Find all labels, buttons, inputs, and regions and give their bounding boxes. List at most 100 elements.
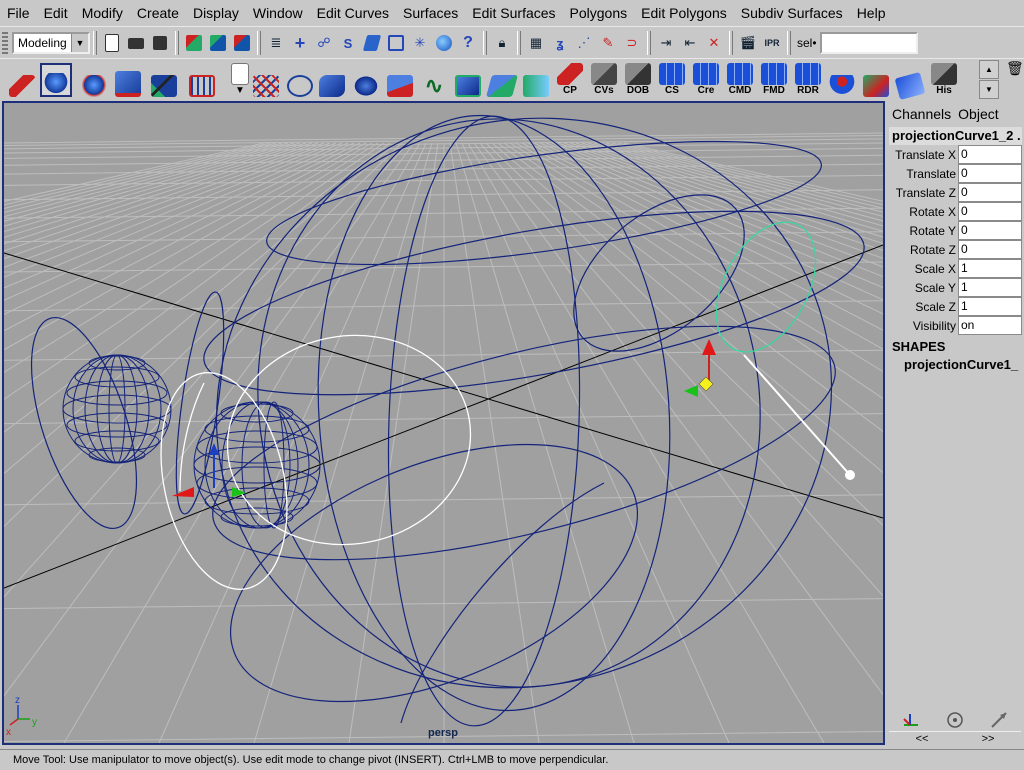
dob-icon[interactable]: DOB [622, 63, 654, 97]
move-tool-icon[interactable] [40, 63, 72, 97]
attribute-value-field[interactable]: 1 [958, 278, 1022, 297]
loft-icon[interactable] [316, 63, 348, 97]
snap-view-plane-icon[interactable]: ✎ [597, 32, 619, 54]
select-surfaces-icon[interactable] [361, 32, 383, 54]
menu-edit-surfaces[interactable]: Edit Surfaces [465, 0, 562, 26]
attribute-value-field[interactable]: 0 [958, 145, 1022, 164]
snap-curve-icon[interactable]: ʓ [549, 32, 571, 54]
attribute-label[interactable]: Scale Z [887, 300, 958, 314]
menu-file[interactable]: File [0, 0, 37, 26]
attribute-label[interactable]: Visibility [887, 319, 958, 333]
layer-pick-icon[interactable] [977, 709, 1021, 731]
scale-tool-icon[interactable] [112, 63, 144, 97]
rotate-tool-icon[interactable] [78, 63, 110, 97]
map-icon[interactable] [894, 63, 926, 100]
lock-selection-icon[interactable]: 🔒︎ [491, 32, 513, 54]
select-curves-icon[interactable]: S [337, 32, 359, 54]
selection-input[interactable] [819, 32, 918, 54]
attribute-value-field[interactable]: 0 [958, 240, 1022, 259]
mask-menu-icon[interactable]: ≣ [265, 32, 287, 54]
select-dynamics-icon[interactable]: ✳ [409, 32, 431, 54]
pager-prev[interactable]: << [889, 731, 955, 746]
attribute-label[interactable]: Scale Y [887, 281, 958, 295]
drag-handle[interactable] [2, 32, 8, 54]
attribute-value-field[interactable]: 0 [958, 221, 1022, 240]
viewport-scene[interactable]: z y x [4, 103, 883, 743]
cmd-icon[interactable]: CMD [724, 63, 756, 97]
cs-icon[interactable]: CS [656, 63, 688, 97]
attribute-label[interactable]: Translate [887, 167, 958, 181]
attribute-value-field[interactable]: 0 [958, 183, 1022, 202]
manipulator-tool-icon[interactable] [148, 63, 180, 97]
menu-edit-curves[interactable]: Edit Curves [310, 0, 396, 26]
menu-help[interactable]: Help [850, 0, 893, 26]
select-component-icon[interactable] [231, 32, 253, 54]
select-misc-icon[interactable]: ? [457, 32, 479, 54]
construction-history-icon[interactable]: ✕ [703, 32, 725, 54]
move-manipulator[interactable] [684, 339, 716, 397]
project-curve-icon[interactable] [384, 63, 416, 97]
scroll-down-icon[interactable]: ▼ [979, 80, 999, 99]
shape-name[interactable]: projectionCurve1_ [887, 357, 1024, 372]
perspective-viewport[interactable]: z y x persp [2, 101, 885, 745]
make-live-icon[interactable]: ⊃ [621, 32, 643, 54]
menu-subdiv-surfaces[interactable]: Subdiv Surfaces [734, 0, 850, 26]
planar-icon[interactable] [486, 63, 518, 97]
attribute-label[interactable]: Scale X [887, 262, 958, 276]
his-icon[interactable]: His [928, 63, 960, 97]
new-scene-icon[interactable] [101, 32, 123, 54]
sphere-left-wireframe[interactable] [62, 354, 172, 464]
shelf-scrollbar[interactable]: ▲ ▼ [979, 60, 999, 99]
select-rendering-icon[interactable] [433, 32, 455, 54]
render-frame-icon[interactable]: 🎬︎ [737, 32, 759, 54]
cre-icon[interactable]: Cre [690, 63, 722, 97]
egg-surface-wireframe[interactable] [10, 103, 883, 743]
menu-surfaces[interactable]: Surfaces [396, 0, 465, 26]
projection-handle[interactable] [845, 470, 855, 480]
rdr-icon[interactable]: RDR [792, 63, 824, 97]
soft-mod-tool-icon[interactable] [186, 63, 218, 97]
snap-grid-icon[interactable]: ▦ [525, 32, 547, 54]
attribute-value-field[interactable]: 0 [958, 164, 1022, 183]
ipr-render-icon[interactable]: IPR [761, 32, 783, 54]
pager-next[interactable]: >> [955, 731, 1021, 746]
attach-curves-icon[interactable] [284, 63, 316, 97]
menu-modify[interactable]: Modify [75, 0, 130, 26]
attribute-value-field[interactable]: 1 [958, 297, 1022, 316]
output-connections-icon[interactable]: ⇤ [679, 32, 701, 54]
select-handles-icon[interactable]: + [289, 32, 311, 54]
trash-icon[interactable]: 🗑︎ [1006, 60, 1024, 78]
scroll-up-icon[interactable]: ▲ [979, 60, 999, 79]
curve-tool-icon[interactable]: ∿ [418, 63, 450, 97]
select-tool-icon[interactable] [6, 63, 38, 97]
surface-tool-icon[interactable] [452, 63, 484, 97]
cp-icon[interactable]: CP [554, 63, 586, 97]
select-hierarchy-icon[interactable] [183, 32, 205, 54]
select-object-icon[interactable] [207, 32, 229, 54]
attribute-value-field[interactable]: 0 [958, 202, 1022, 221]
select-joints-icon[interactable]: ☍ [313, 32, 335, 54]
attribute-label[interactable]: Rotate X [887, 205, 958, 219]
menu-edit-polygons[interactable]: Edit Polygons [634, 0, 734, 26]
input-connections-icon[interactable]: ⇥ [655, 32, 677, 54]
revolve-icon[interactable] [350, 63, 382, 97]
attribute-value-field[interactable]: on [958, 316, 1022, 335]
sculpt-icon[interactable] [826, 63, 858, 97]
select-deformations-icon[interactable] [385, 32, 407, 54]
attribute-label[interactable]: Translate Z [887, 186, 958, 200]
attribute-label[interactable]: Rotate Z [887, 243, 958, 257]
open-scene-icon[interactable] [125, 32, 147, 54]
cv-curve-tool-icon[interactable] [250, 63, 282, 97]
menu-edit[interactable]: Edit [37, 0, 75, 26]
menu-window[interactable]: Window [246, 0, 310, 26]
attribute-label[interactable]: Translate X [887, 148, 958, 162]
save-scene-icon[interactable] [149, 32, 171, 54]
layer-display-icon[interactable] [933, 709, 977, 731]
mode-selector[interactable]: Modeling ▼ [12, 32, 90, 54]
layer-move-icon[interactable] [889, 709, 933, 731]
cvs-icon[interactable]: CVs [588, 63, 620, 97]
tab-object[interactable]: Object [958, 106, 998, 122]
menu-polygons[interactable]: Polygons [563, 0, 635, 26]
snap-point-icon[interactable]: ⋰ [573, 32, 595, 54]
menu-display[interactable]: Display [186, 0, 246, 26]
